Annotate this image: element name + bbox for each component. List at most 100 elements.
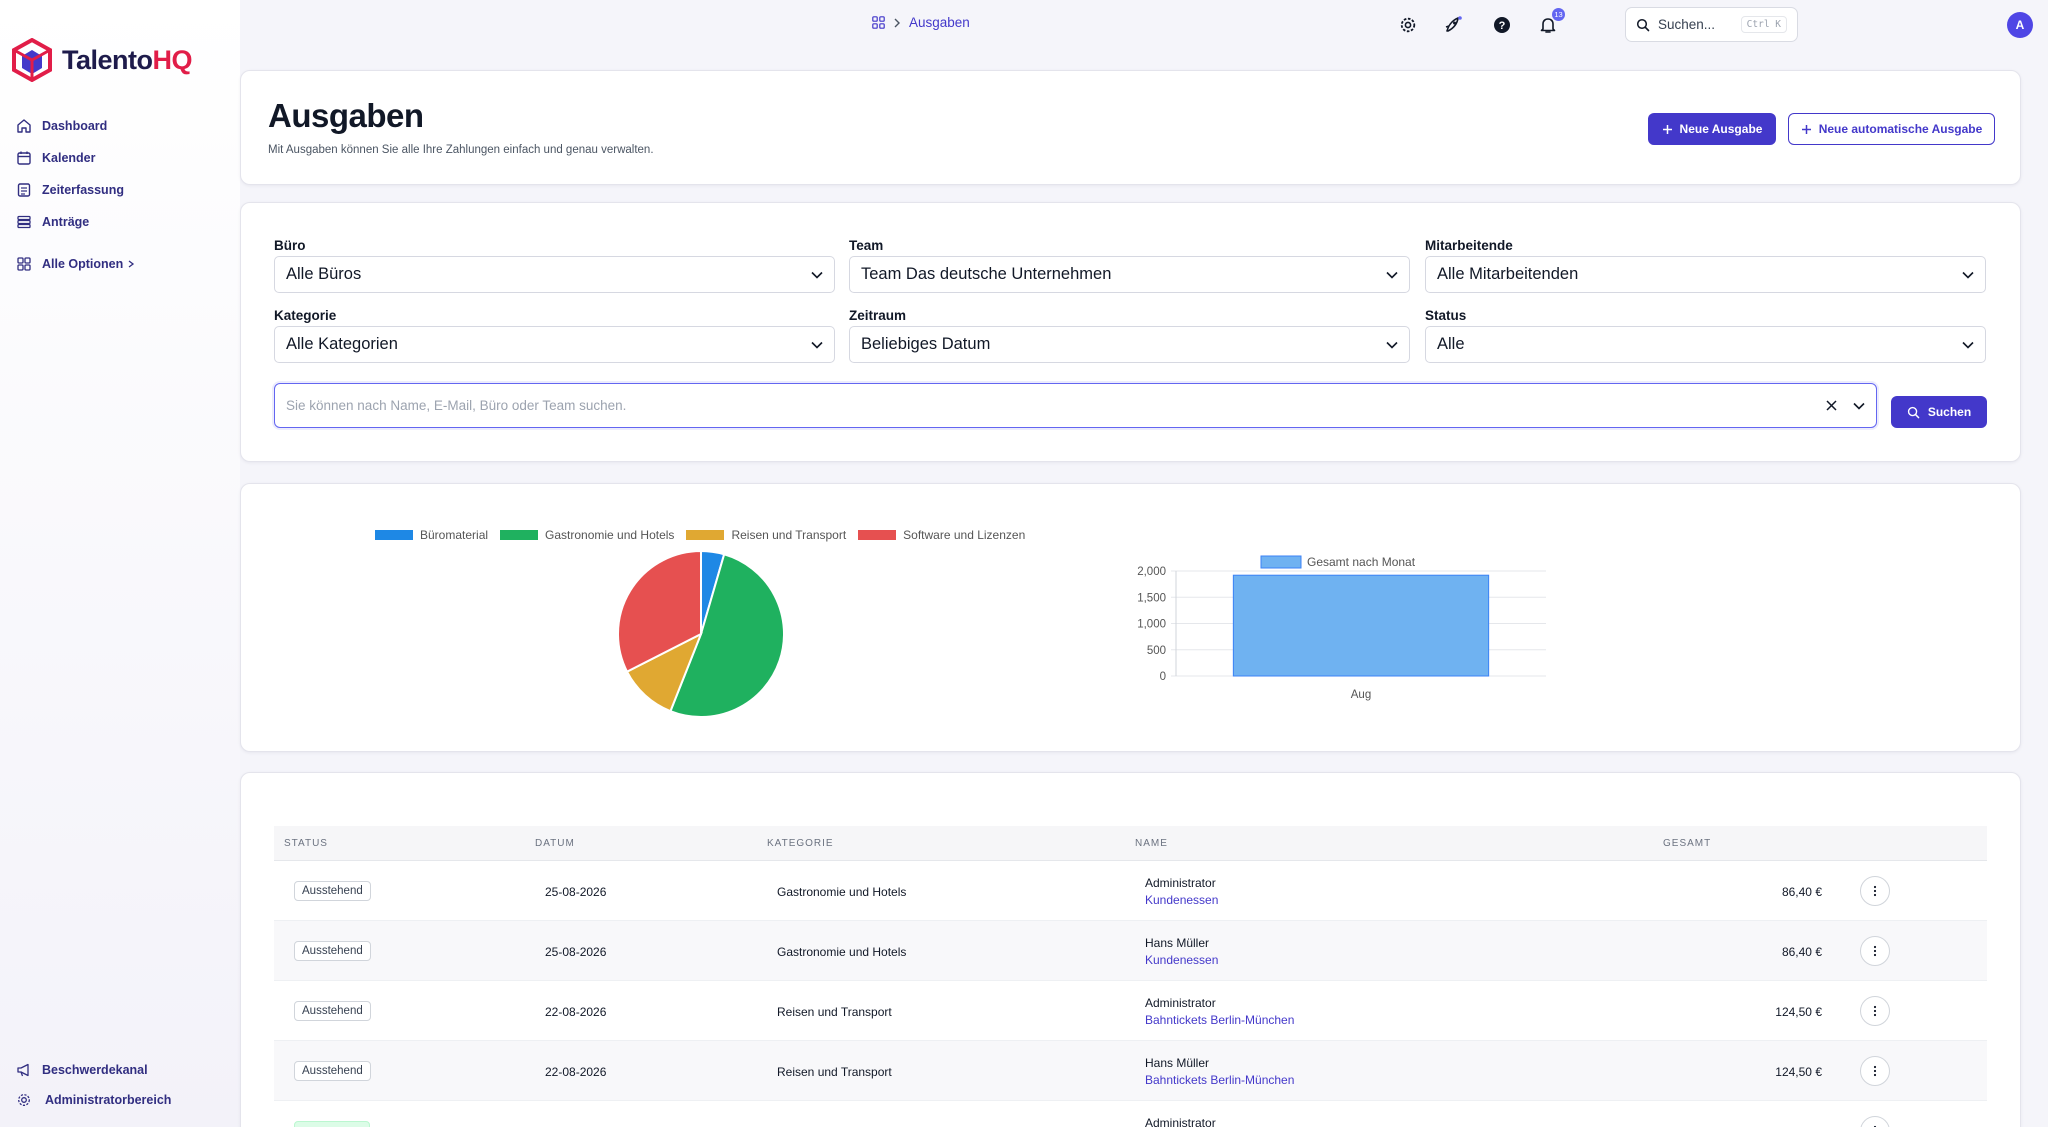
row-date: 25-08-2026 (545, 945, 607, 959)
row-name: Administrator Kundenessen (1145, 875, 1218, 909)
row-person: Administrator (1145, 996, 1216, 1010)
logo[interactable]: TalentoHQ (12, 38, 192, 82)
new-auto-expense-button[interactable]: Neue automatische Ausgabe (1788, 113, 1995, 145)
category-select[interactable]: Alle Kategorien (274, 326, 835, 363)
table-row[interactable]: Ausstehend 25-08-2026 Gastronomie und Ho… (274, 921, 1987, 981)
sidebar-item-dashboard[interactable]: Dashboard (16, 110, 135, 142)
table-row[interactable]: Ausstehend 22-08-2026 Reisen und Transpo… (274, 981, 1987, 1041)
sidebar: TalentoHQ Dashboard Kalender Zeiterfassu… (0, 0, 240, 1127)
table-row[interactable]: Ausstehend 22-08-2026 Reisen und Transpo… (274, 1041, 1987, 1101)
plus-icon (1662, 124, 1672, 134)
row-name: Hans Müller Bahntickets Berlin-München (1145, 1055, 1294, 1089)
bar[interactable] (1232, 574, 1490, 677)
sidebar-item-label: Kalender (42, 151, 96, 165)
column-header-name[interactable]: NAME (1135, 838, 1168, 849)
row-description-link[interactable]: Bahntickets Berlin-München (1145, 1072, 1294, 1089)
new-expense-label: Neue Ausgabe (1679, 122, 1763, 136)
employees-select[interactable]: Alle Mitarbeitenden (1425, 256, 1986, 293)
sidebar-item-kalender[interactable]: Kalender (16, 142, 135, 174)
x-tick-label: Aug (1351, 689, 1371, 701)
status-badge: Ausstehend (294, 1061, 371, 1081)
apps-grid-icon[interactable] (872, 16, 885, 29)
row-actions-button[interactable] (1860, 936, 1890, 966)
avatar[interactable]: A (2007, 12, 2033, 38)
table-row[interactable]: Administrator (274, 1101, 1987, 1127)
logo-cube-icon (12, 38, 52, 82)
legend-item[interactable]: Büromaterial (375, 528, 488, 542)
team-select[interactable]: Team Das deutsche Unternehmen (849, 256, 1410, 293)
filter-search-input[interactable] (286, 398, 1826, 413)
status-badge: Ausstehend (294, 1001, 371, 1021)
sidebar-item-zeiterfassung[interactable]: Zeiterfassung (16, 174, 135, 206)
rocket-button[interactable] (1442, 14, 1464, 36)
row-person: Administrator (1145, 876, 1216, 890)
row-actions-button[interactable] (1860, 1056, 1890, 1086)
table-row[interactable]: Ausstehend 25-08-2026 Gastronomie und Ho… (274, 861, 1987, 921)
chevron-down-icon[interactable] (1853, 402, 1865, 410)
legend-item[interactable]: Software und Lizenzen (858, 528, 1025, 542)
status-select-value: Alle (1437, 335, 1465, 353)
row-person: Hans Müller (1145, 1056, 1210, 1070)
row-description-link[interactable]: Kundenessen (1145, 892, 1218, 909)
table-header: STATUS DATUM KATEGORIE NAME GESAMT (274, 826, 1987, 861)
sidebar-item-label: Zeiterfassung (42, 183, 124, 197)
employees-select-value: Alle Mitarbeitenden (1437, 265, 1579, 283)
team-select-value: Team Das deutsche Unternehmen (861, 265, 1112, 283)
office-label: Büro (274, 238, 306, 253)
gear-icon (18, 1094, 30, 1106)
row-category: Reisen und Transport (777, 1065, 892, 1079)
topbar: Ausgaben Suchen... Ctrl K ? 13 A (240, 0, 2048, 50)
row-name: Administrator (1145, 1115, 1216, 1127)
more-vertical-icon (1873, 1065, 1877, 1077)
office-select[interactable]: Alle Büros (274, 256, 835, 293)
sidebar-item-label: Beschwerdekanal (42, 1063, 148, 1077)
column-header-total[interactable]: GESAMT (1663, 838, 1711, 849)
sidebar-item-administratorbereich[interactable]: Administratorbereich (16, 1085, 171, 1115)
row-name: Hans Müller Kundenessen (1145, 935, 1218, 969)
filter-search-field[interactable] (274, 383, 1877, 428)
row-actions-button[interactable] (1860, 996, 1890, 1026)
breadcrumb-current[interactable]: Ausgaben (909, 15, 970, 30)
row-actions-button[interactable] (1860, 1116, 1890, 1127)
home-icon (17, 119, 31, 133)
calendar-icon (17, 151, 31, 165)
sidebar-item-antraege[interactable]: Anträge (16, 206, 135, 238)
sidebar-item-beschwerdekanal[interactable]: Beschwerdekanal (16, 1055, 171, 1085)
settings-button[interactable] (1397, 14, 1419, 36)
bar-legend: Gesamt nach Monat (1260, 555, 1416, 569)
chevron-down-icon (1386, 271, 1398, 279)
row-description-link[interactable]: Bahntickets Berlin-München (1145, 1012, 1294, 1029)
sidebar-item-label: Administratorbereich (45, 1093, 172, 1107)
sidebar-item-label: Alle Optionen (42, 257, 124, 271)
global-search[interactable]: Suchen... Ctrl K (1625, 7, 1798, 42)
search-button-label: Suchen (1927, 405, 1972, 419)
new-expense-button[interactable]: Neue Ausgabe (1648, 113, 1776, 145)
search-button[interactable]: Suchen (1891, 396, 1987, 428)
column-header-date[interactable]: DATUM (535, 838, 575, 849)
status-badge: Ausstehend (294, 881, 371, 901)
clock-icon (17, 183, 31, 197)
search-icon (1636, 18, 1650, 31)
column-header-category[interactable]: KATEGORIE (767, 838, 834, 849)
filter-card: Büro Alle Büros Team Team Das deutsche U… (240, 202, 2021, 462)
status-select[interactable]: Alle (1425, 326, 1986, 363)
column-header-status[interactable]: STATUS (284, 838, 328, 849)
employees-label: Mitarbeitende (1425, 238, 1513, 253)
notifications-button[interactable]: 13 (1537, 8, 1565, 36)
chevron-down-icon (811, 271, 823, 279)
row-name: Administrator Bahntickets Berlin-München (1145, 995, 1294, 1029)
charts-card: Büromaterial Gastronomie und Hotels Reis… (240, 483, 2021, 752)
plus-icon (1801, 124, 1811, 134)
row-actions-button[interactable] (1860, 876, 1890, 906)
status-label: Status (1425, 308, 1467, 323)
row-person: Hans Müller (1145, 936, 1210, 950)
period-select[interactable]: Beliebiges Datum (849, 326, 1410, 363)
row-person: Administrator (1145, 1116, 1216, 1127)
row-total: 86,40 € (1781, 885, 1822, 899)
expenses-table-card: STATUS DATUM KATEGORIE NAME GESAMT Ausst… (240, 772, 2021, 1127)
sidebar-item-all-options[interactable]: Alle Optionen (16, 248, 135, 280)
row-description-link[interactable]: Kundenessen (1145, 952, 1218, 969)
y-tick-label: 1,500 (1137, 592, 1166, 604)
clear-icon[interactable] (1826, 400, 1837, 411)
help-button[interactable]: ? (1491, 14, 1513, 36)
